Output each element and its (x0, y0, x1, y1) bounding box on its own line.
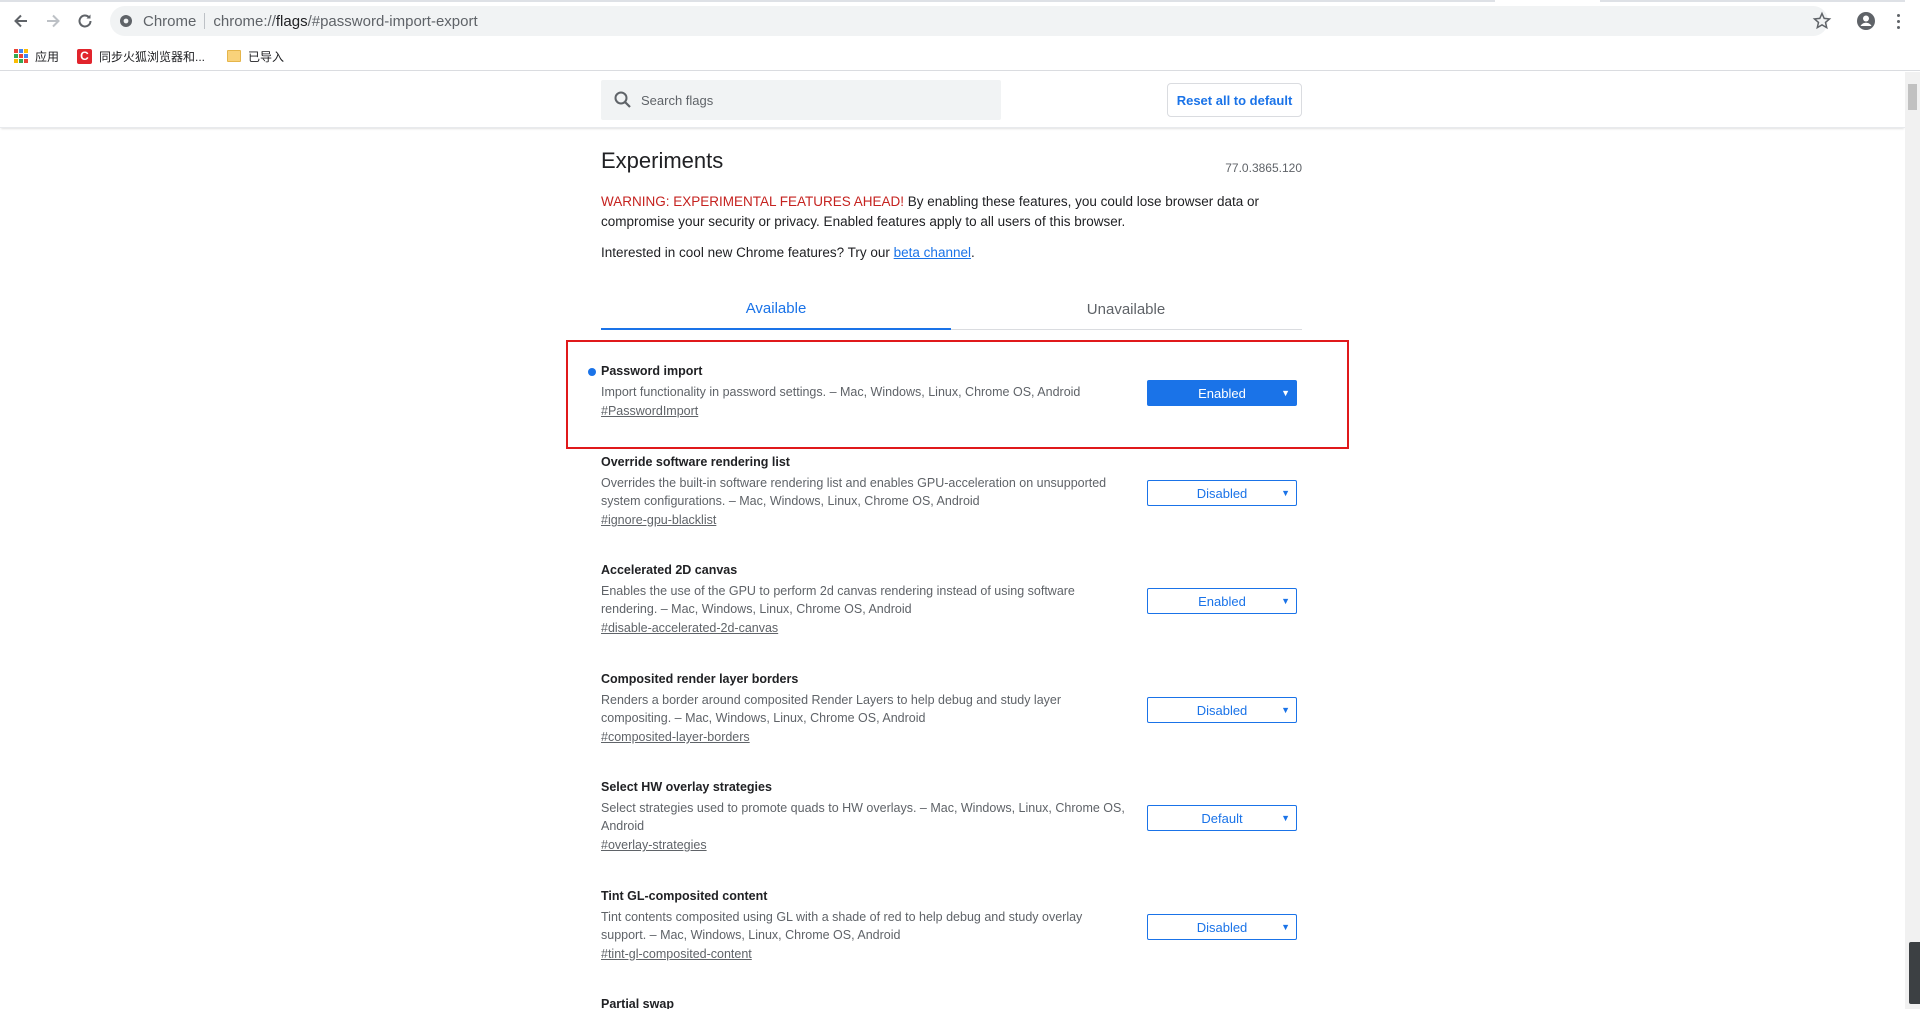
account-icon (1857, 12, 1875, 30)
forward-button[interactable] (41, 9, 65, 33)
bookmark-label: 已导入 (248, 49, 285, 64)
chrome-page-icon (118, 13, 134, 29)
flag-permalink[interactable]: #ignore-gpu-blacklist (601, 513, 716, 527)
flag-permalink[interactable]: #tint-gl-composited-content (601, 947, 752, 961)
profile-button[interactable] (1855, 10, 1877, 32)
modified-dot-icon (588, 368, 596, 376)
flag-permalink[interactable]: #composited-layer-borders (601, 730, 750, 744)
flag-state-select[interactable]: Default ▼ (1147, 805, 1297, 831)
back-button[interactable] (9, 9, 33, 33)
flags-tabs: Available Unavailable (601, 288, 1302, 330)
scrollbar-thumb[interactable] (1908, 84, 1917, 110)
bookmark-firefox-sync[interactable]: C 同步火狐浏览器和... (77, 45, 205, 67)
flag-title: Partial swap (601, 997, 674, 1009)
flag-state-value: Enabled (1198, 385, 1246, 401)
flag-override-software-rendering: Override software rendering list Overrid… (601, 455, 1302, 529)
dropdown-caret-icon: ▼ (1281, 596, 1290, 606)
reload-icon (78, 14, 92, 28)
bookmark-folder-imported[interactable]: 已导入 (227, 45, 284, 67)
bookmark-apps[interactable]: 应用 (14, 45, 59, 67)
flag-state-value: Disabled (1196, 919, 1248, 935)
browser-toolbar: Chrome chrome:// flags/#password-import-… (0, 0, 1920, 42)
flag-tint-gl-composited-content: Tint GL-composited content Tint contents… (601, 889, 1302, 963)
chrome-menu-button[interactable] (1887, 10, 1909, 32)
flag-description: Enables the use of the GPU to perform 2d… (601, 584, 1075, 616)
flag-title: Accelerated 2D canvas (601, 563, 738, 577)
page-title: Experiments (601, 148, 724, 173)
flag-permalink[interactable]: #overlay-strategies (601, 838, 707, 852)
flag-description: Tint contents composited using GL with a… (601, 910, 1083, 942)
search-input[interactable] (641, 92, 991, 108)
flag-title-text: Password import (601, 364, 703, 378)
flag-title: Select HW overlay strategies (601, 780, 772, 794)
flag-state-select[interactable]: Disabled ▼ (1147, 914, 1297, 940)
flag-password-import: Password import Import functionality in … (588, 364, 1302, 420)
flag-description: Overrides the built-in software renderin… (601, 476, 1107, 508)
dropdown-caret-icon: ▼ (1281, 705, 1290, 715)
beta-channel-link[interactable]: beta channel (894, 245, 971, 260)
beta-channel-note: Interested in cool new Chrome features? … (601, 245, 975, 260)
flag-permalink[interactable]: #PasswordImport (601, 404, 698, 418)
folder-icon (227, 50, 242, 62)
menu-dot-icon (1896, 25, 1900, 29)
url-fragment: /#password-import-export (307, 12, 478, 30)
flag-composited-layer-borders: Composited render layer borders Renders … (601, 672, 1302, 746)
bookmark-star-button[interactable] (1812, 11, 1832, 31)
dropdown-caret-icon: ▼ (1281, 488, 1290, 498)
tab-strip-edge (0, 0, 1495, 2)
flag-description: Import functionality in password setting… (601, 385, 1081, 399)
reload-button[interactable] (73, 9, 97, 33)
star-icon (1812, 11, 1832, 30)
dropdown-caret-icon: ▼ (1281, 813, 1290, 823)
dropdown-caret-icon: ▼ (1281, 388, 1290, 398)
side-widget[interactable] (1909, 942, 1920, 1004)
flag-description: Select strategies used to promote quads … (601, 801, 1125, 833)
warning-message: WARNING: EXPERIMENTAL FEATURES AHEAD! By… (601, 192, 1301, 232)
site-name: Chrome (143, 12, 197, 30)
page-scrollbar[interactable] (1905, 72, 1920, 1009)
flag-state-select[interactable]: Disabled ▼ (1147, 697, 1297, 723)
beta-prefix: Interested in cool new Chrome features? … (601, 245, 894, 260)
flag-title: Composited render layer borders (601, 672, 799, 686)
flag-title: Tint GL-composited content (601, 889, 768, 903)
flag-state-value: Default (1201, 810, 1243, 826)
flag-title: Override software rendering list (601, 455, 790, 469)
url-host: flags (275, 12, 308, 30)
address-bar[interactable]: Chrome chrome:// flags/#password-import-… (110, 6, 1828, 36)
search-icon (614, 91, 631, 108)
tab-available[interactable]: Available (601, 288, 951, 330)
address-divider (204, 13, 206, 29)
red-bookmark-icon: C (77, 48, 93, 64)
flag-overlay-strategies: Select HW overlay strategies Select stra… (601, 780, 1302, 854)
flag-state-value: Enabled (1198, 593, 1246, 609)
flag-permalink[interactable]: #disable-accelerated-2d-canvas (601, 621, 778, 635)
flag-title: Password import (588, 364, 1302, 378)
flag-state-select[interactable]: Disabled ▼ (1147, 480, 1297, 506)
bookmark-label: 同步火狐浏览器和... (99, 49, 206, 64)
flag-description: Renders a border around composited Rende… (601, 693, 1062, 725)
menu-dot-icon (1896, 13, 1900, 17)
bookmarks-bar: 应用 C 同步火狐浏览器和... 已导入 (0, 42, 1920, 71)
flag-partial-swap: Partial swap (601, 997, 1302, 1009)
tab-unavailable[interactable]: Unavailable (951, 288, 1301, 330)
flag-accelerated-2d-canvas: Accelerated 2D canvas Enables the use of… (601, 563, 1302, 637)
url-scheme: chrome:// (213, 12, 276, 30)
menu-dot-icon (1896, 19, 1900, 23)
reset-all-button[interactable]: Reset all to default (1167, 83, 1302, 117)
beta-suffix: . (970, 245, 975, 260)
flag-state-select[interactable]: Enabled ▼ (1147, 380, 1297, 406)
back-arrow-icon (14, 14, 27, 28)
search-box[interactable] (601, 80, 1001, 120)
warning-label: WARNING: EXPERIMENTAL FEATURES AHEAD! (601, 194, 905, 209)
flag-state-select[interactable]: Enabled ▼ (1147, 588, 1297, 614)
forward-arrow-icon (47, 14, 60, 28)
flag-state-value: Disabled (1196, 702, 1248, 718)
bookmark-label: 应用 (35, 49, 60, 64)
tab-strip-edge (1600, 0, 1905, 2)
version-number: 77.0.3865.120 (1225, 161, 1302, 175)
apps-grid-icon (14, 49, 28, 63)
flag-state-value: Disabled (1196, 485, 1248, 501)
url-path: flags/#password-import-export (276, 13, 478, 30)
dropdown-caret-icon: ▼ (1281, 922, 1290, 932)
